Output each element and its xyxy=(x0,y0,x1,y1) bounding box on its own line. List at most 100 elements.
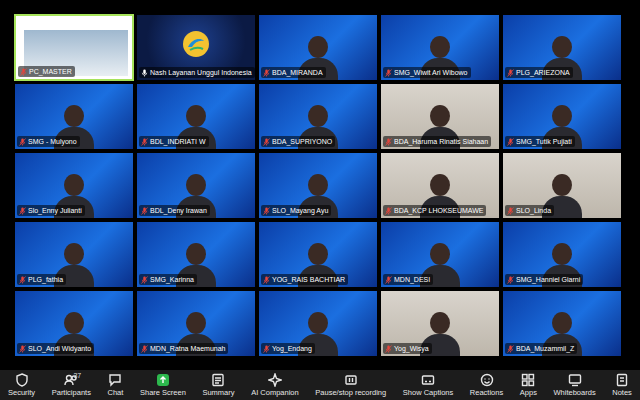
participant-label: SMG_Karinna xyxy=(139,274,197,285)
muted-mic-icon xyxy=(19,345,26,353)
participant-tile[interactable]: SLO_Andi Widyanto xyxy=(14,290,134,357)
participant-name: Yog_Endang xyxy=(272,344,312,353)
participant-label: MDN_DESI xyxy=(383,274,433,285)
participant-name: SLO_Linda xyxy=(516,206,551,215)
participant-label: PLG_ARIEZONA xyxy=(505,67,573,78)
participant-name: BDA_SUPRIYONO xyxy=(272,137,332,146)
participant-tile[interactable]: BDA_Muzammil_Z xyxy=(502,290,622,357)
participant-label: BDL_INDRIATI W xyxy=(139,136,209,147)
participant-tile[interactable]: BDL_Deny Irawan xyxy=(136,152,256,219)
meeting-toolbar: Security 37Participants Chat Share Screen Su… xyxy=(0,370,640,400)
toolbar-button[interactable]: Chat xyxy=(106,373,126,397)
participant-label: MDN_Ratna Maemunah xyxy=(139,343,228,354)
participant-tile[interactable]: Slo_Enny Julianti xyxy=(14,152,134,219)
toolbar-button[interactable]: Show Captions xyxy=(401,373,455,397)
video-gallery: PC_MASTER Nash Layanan Unggul Indonesia BD… xyxy=(0,0,640,370)
participant-name: BDL_INDRIATI W xyxy=(150,137,206,146)
participant-label: BDL_Deny Irawan xyxy=(139,205,210,216)
ai-sparkle-icon xyxy=(268,373,282,387)
muted-mic-icon xyxy=(141,276,148,284)
participant-tile[interactable]: BDA_KCP LHOKSEUMAWE xyxy=(380,152,500,219)
participant-tile[interactable]: SMG - Mulyono xyxy=(14,83,134,150)
participant-tile[interactable]: BDA_Haruma Rinatis Siahaan xyxy=(380,83,500,150)
participant-tile[interactable]: SMG_Karinna xyxy=(136,221,256,288)
participant-name: BDA_Muzammil_Z xyxy=(516,344,574,353)
participant-tile[interactable]: PC_MASTER xyxy=(14,14,134,81)
participant-name: Slo_Enny Julianti xyxy=(28,206,82,215)
toolbar-label: Reactions xyxy=(470,388,503,397)
muted-mic-icon xyxy=(20,68,27,76)
toolbar-button[interactable]: Summary xyxy=(200,373,236,397)
notes-icon xyxy=(615,373,629,387)
toolbar-button[interactable]: AI Companion xyxy=(249,373,301,397)
participant-tile[interactable]: SMG_Tutik Pujiati xyxy=(502,83,622,150)
participant-label: BDA_KCP LHOKSEUMAWE xyxy=(383,205,486,216)
participant-tile[interactable]: Yog_Endang xyxy=(258,290,378,357)
participant-tile[interactable]: PLG_fathia xyxy=(14,221,134,288)
muted-mic-icon xyxy=(385,345,392,353)
participant-tile[interactable]: BDL_INDRIATI W xyxy=(136,83,256,150)
toolbar-button[interactable]: Reactions xyxy=(468,373,505,397)
toolbar-label: Summary xyxy=(202,388,234,397)
toolbar-button[interactable]: Apps xyxy=(518,373,539,397)
participant-name: PLG_ARIEZONA xyxy=(516,68,570,77)
participant-name: SMG_Wiwit Ari Wibowo xyxy=(394,68,468,77)
participant-label: BDA_SUPRIYONO xyxy=(261,136,335,147)
participant-name: BDA_Haruma Rinatis Siahaan xyxy=(394,137,488,146)
toolbar-button[interactable]: 37Participants xyxy=(50,373,93,397)
muted-mic-icon xyxy=(19,207,26,215)
participant-label: SMG_Tutik Pujiati xyxy=(505,136,575,147)
participant-tile[interactable]: SMG_Wiwit Ari Wibowo xyxy=(380,14,500,81)
toolbar-label: Security xyxy=(8,388,35,397)
muted-mic-icon xyxy=(507,69,514,77)
muted-mic-icon xyxy=(385,69,392,77)
participant-tile[interactable]: YOG_RAIS BACHTIAR xyxy=(258,221,378,288)
participant-label: SMG - Mulyono xyxy=(17,136,80,147)
share-screen-icon xyxy=(156,373,170,387)
muted-mic-icon xyxy=(19,276,26,284)
participant-name: Nash Layanan Unggul Indonesia xyxy=(150,68,252,77)
toolbar-button[interactable]: Security xyxy=(6,373,37,397)
toolbar-label: Whiteboards xyxy=(554,388,596,397)
reactions-icon xyxy=(480,373,494,387)
participant-label: SMG_Wiwit Ari Wibowo xyxy=(383,67,471,78)
toolbar-button[interactable]: Pause/stop recording xyxy=(313,373,388,397)
participant-label: Slo_Enny Julianti xyxy=(17,205,85,216)
toolbar-button[interactable]: Share Screen xyxy=(138,373,188,397)
toolbar-label: Chat xyxy=(108,388,124,397)
toolbar-button[interactable]: Whiteboards xyxy=(552,373,598,397)
participant-label: BDA_Haruma Rinatis Siahaan xyxy=(383,136,491,147)
shield-icon xyxy=(15,373,29,387)
participant-tile[interactable]: Nash Layanan Unggul Indonesia xyxy=(136,14,256,81)
participant-name: Yog_Wisya xyxy=(394,344,429,353)
participant-label: SLO_Linda xyxy=(505,205,554,216)
participant-tile[interactable]: BDA_MIRANDA xyxy=(258,14,378,81)
participant-tile[interactable]: MDN_Ratna Maemunah xyxy=(136,290,256,357)
muted-mic-icon xyxy=(507,345,514,353)
mic-icon xyxy=(141,69,148,77)
participant-tile[interactable]: SMG_Hanniel Giarni xyxy=(502,221,622,288)
participant-name: SLO_Andi Widyanto xyxy=(28,344,91,353)
toolbar-label: Notes xyxy=(612,388,632,397)
participant-tile[interactable]: SLO_Linda xyxy=(502,152,622,219)
muted-mic-icon xyxy=(141,345,148,353)
toolbar-button[interactable]: Notes xyxy=(610,373,634,397)
participant-name: SMG - Mulyono xyxy=(28,137,77,146)
participant-label: YOG_RAIS BACHTIAR xyxy=(261,274,348,285)
muted-mic-icon xyxy=(385,138,392,146)
participant-tile[interactable]: Yog_Wisya xyxy=(380,290,500,357)
participant-name: PC_MASTER xyxy=(29,67,72,76)
participant-name: BDL_Deny Irawan xyxy=(150,206,207,215)
muted-mic-icon xyxy=(385,276,392,284)
participant-label: PC_MASTER xyxy=(18,66,75,77)
participant-name: SLO_Mayang Ayu xyxy=(272,206,328,215)
participant-name: BDA_KCP LHOKSEUMAWE xyxy=(394,206,483,215)
participant-tile[interactable]: SLO_Mayang Ayu xyxy=(258,152,378,219)
participant-tile[interactable]: BDA_SUPRIYONO xyxy=(258,83,378,150)
captions-icon xyxy=(421,373,435,387)
participant-name: MDN_DESI xyxy=(394,275,430,284)
participant-name: YOG_RAIS BACHTIAR xyxy=(272,275,345,284)
summary-icon xyxy=(211,373,225,387)
participant-tile[interactable]: PLG_ARIEZONA xyxy=(502,14,622,81)
participant-tile[interactable]: MDN_DESI xyxy=(380,221,500,288)
